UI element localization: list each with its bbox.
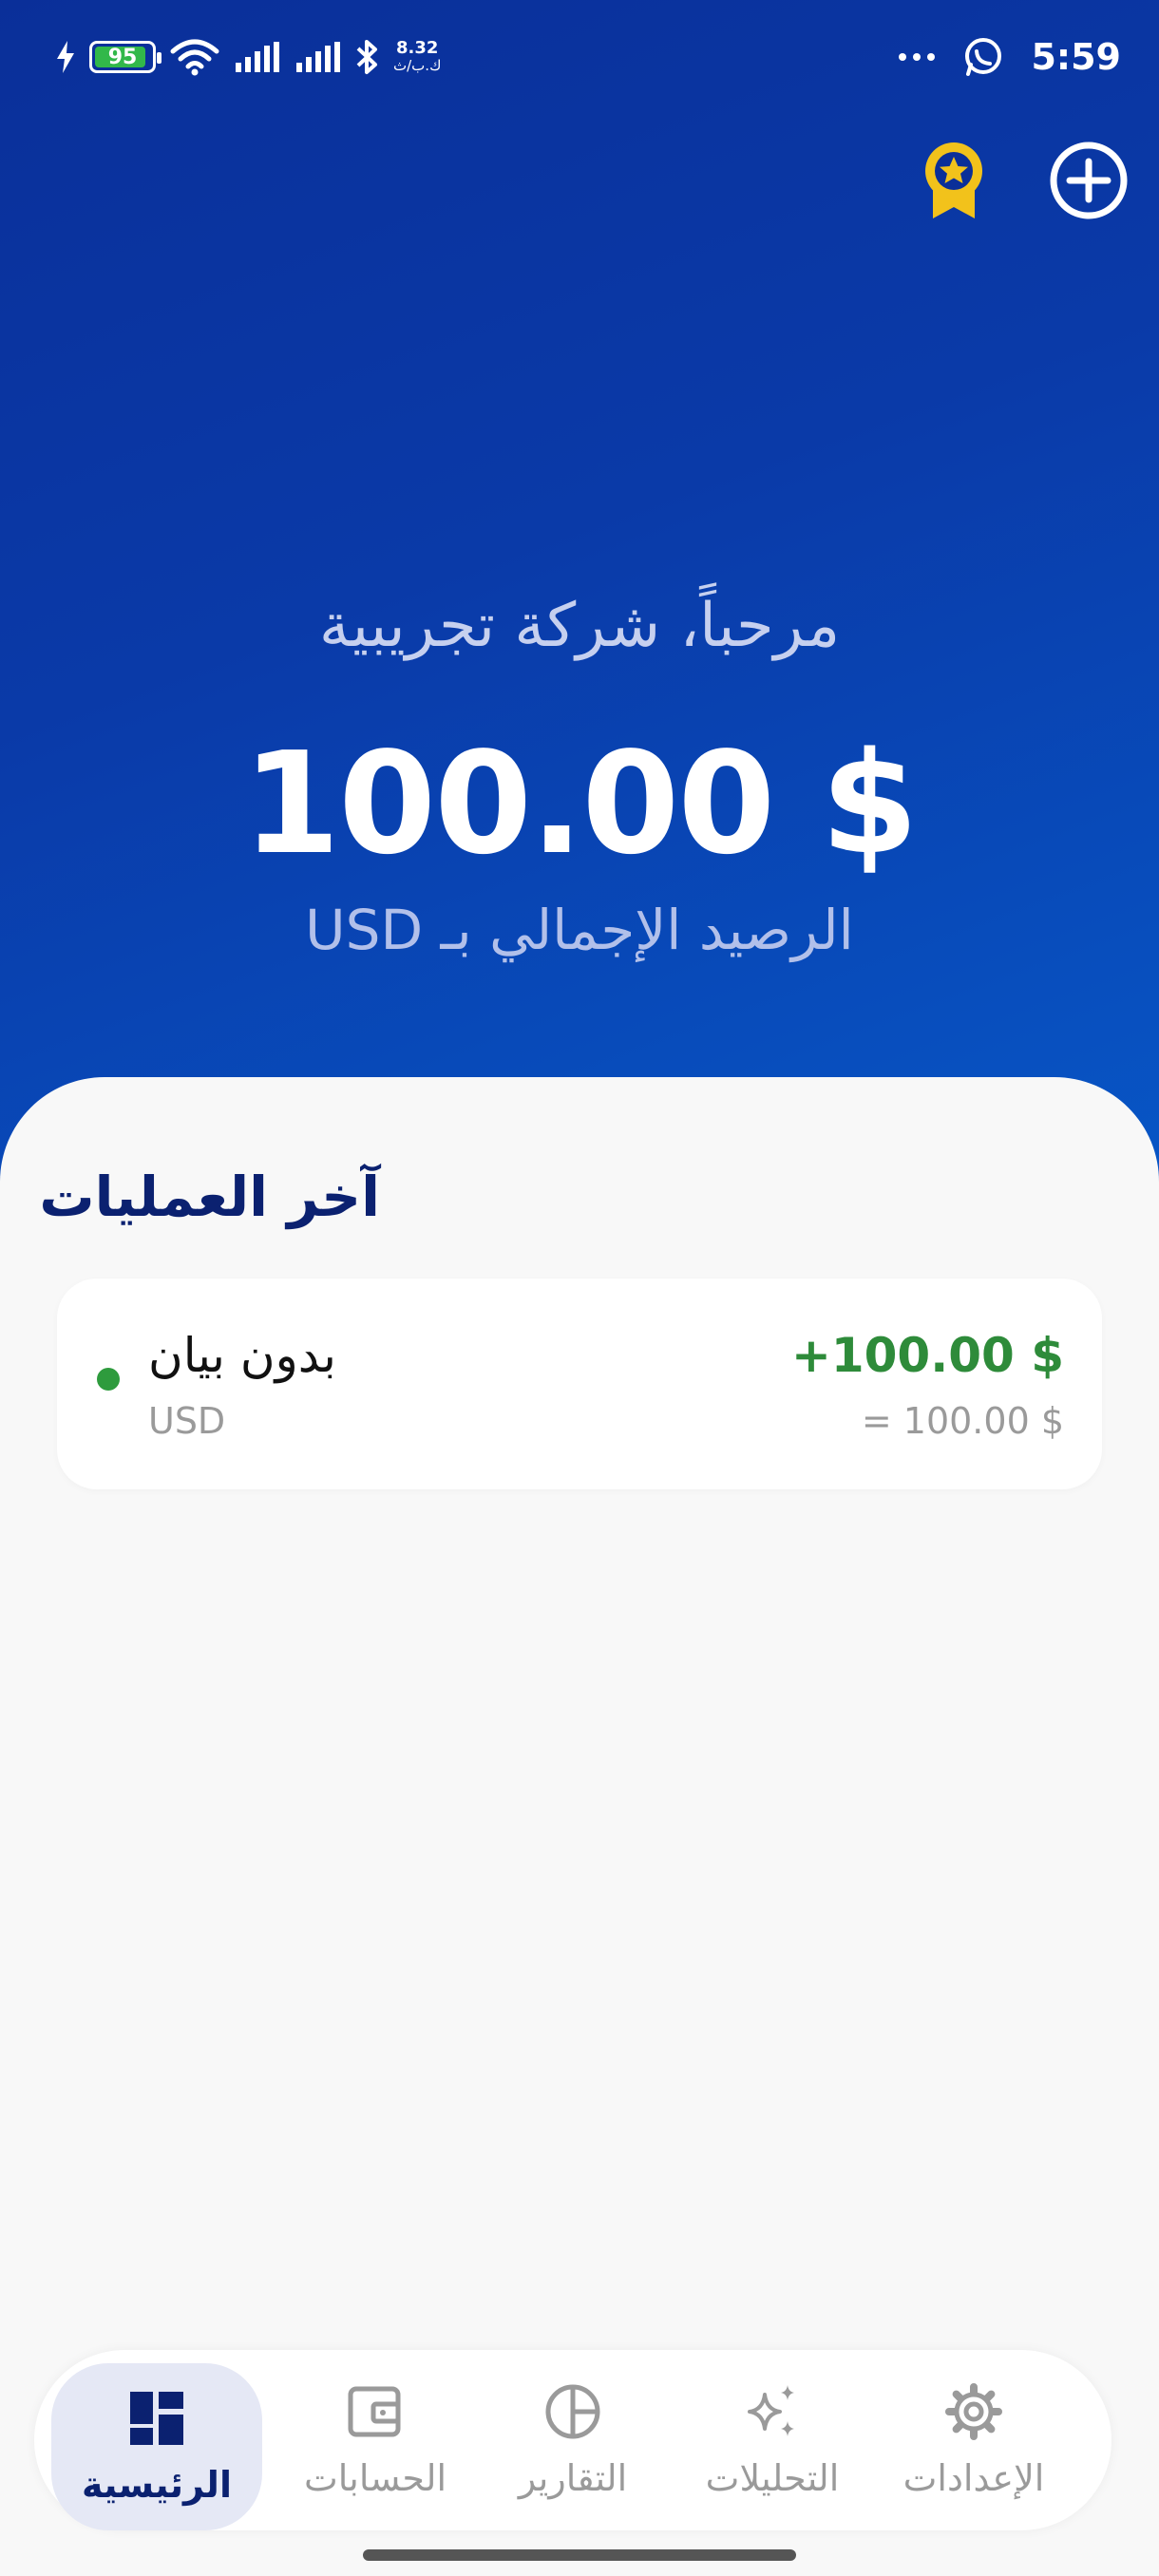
status-left: 95 8.32 ك.ب/ث <box>55 36 441 78</box>
greeting-text: مرحباً، شركة تجريبية <box>318 591 841 661</box>
dashboard-icon <box>130 2392 183 2445</box>
network-speed: 8.32 ك.ب/ث <box>393 38 442 75</box>
clock: 5:59 <box>1031 36 1121 78</box>
status-right: 5:59 <box>898 28 1121 85</box>
nav-item-reports[interactable]: التقارير <box>467 2350 678 2530</box>
whatsapp-icon <box>965 38 1002 76</box>
transaction-currency: USD <box>148 1400 226 1442</box>
wifi-icon <box>170 39 219 76</box>
award-icon[interactable] <box>920 141 988 220</box>
nav-label-accounts: الحسابات <box>303 2457 447 2499</box>
wallet-icon <box>348 2386 401 2437</box>
nav-label-home: الرئيسية <box>82 2464 232 2506</box>
battery-level: 95 <box>107 45 138 69</box>
bluetooth-icon <box>356 40 377 74</box>
transaction-card[interactable]: بدون بيان USD +100.00 $ = 100.00 $ <box>57 1279 1102 1489</box>
transaction-description: بدون بيان <box>148 1328 336 1383</box>
charging-icon <box>57 41 74 73</box>
more-dots-icon <box>899 53 936 61</box>
nav-item-home[interactable]: الرئيسية <box>51 2363 262 2530</box>
transaction-status-dot <box>97 1368 120 1391</box>
home-indicator[interactable] <box>363 2549 796 2561</box>
network-speed-unit: ك.ب/ث <box>393 57 442 74</box>
add-button[interactable] <box>1049 141 1129 220</box>
total-balance-label: الرصيد الإجمالي بـ USD <box>305 898 854 962</box>
status-bar: 95 8.32 ك.ب/ث 5:59 <box>0 0 1159 114</box>
transaction-equivalent: = 100.00 $ <box>861 1400 1064 1442</box>
pie-chart-icon <box>545 2384 600 2439</box>
signal-icon-sim2 <box>296 42 340 72</box>
nav-item-accounts[interactable]: الحسابات <box>270 2350 481 2530</box>
nav-item-settings[interactable]: الإعدادات <box>868 2350 1079 2530</box>
battery-indicator: 95 <box>89 41 162 73</box>
signal-icon-sim1 <box>236 42 279 72</box>
bottom-navigation: الرئيسية الحسابات التقارير التحليلات الإ… <box>34 2350 1112 2530</box>
recent-transactions-title: آخر العمليات <box>39 1165 380 1229</box>
transaction-amount: +100.00 $ <box>790 1328 1064 1383</box>
nav-label-reports: التقارير <box>518 2457 628 2499</box>
nav-label-analytics: التحليلات <box>705 2457 840 2499</box>
gear-icon <box>945 2383 1002 2440</box>
nav-label-settings: الإعدادات <box>902 2457 1045 2499</box>
sparkles-icon <box>748 2385 794 2436</box>
total-balance: 100.00 $ <box>242 722 919 885</box>
network-speed-value: 8.32 <box>396 38 439 58</box>
nav-item-analytics[interactable]: التحليلات <box>667 2350 878 2530</box>
